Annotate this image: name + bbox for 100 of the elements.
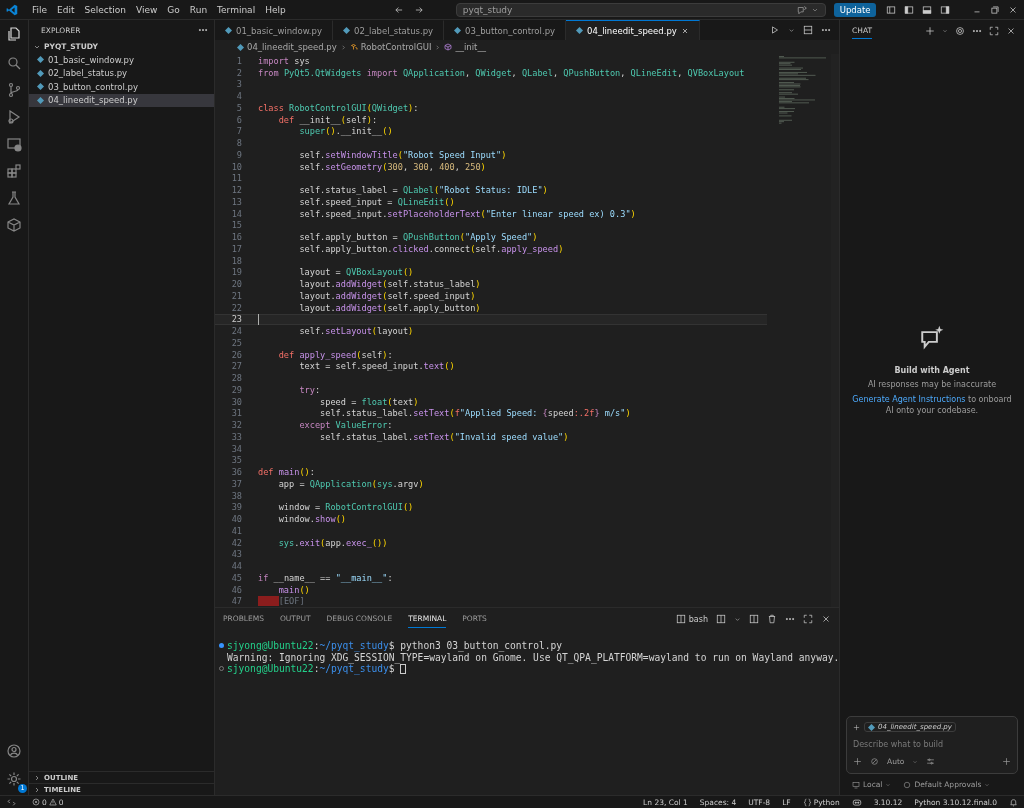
- breadcrumb-item[interactable]: RobotControlGUI: [360, 42, 432, 52]
- file-type-icon: [225, 27, 232, 34]
- run-debug-icon[interactable]: [6, 109, 22, 125]
- split-icon[interactable]: [749, 614, 759, 624]
- line-number: 13: [230, 196, 242, 207]
- menu-item[interactable]: Help: [261, 4, 290, 15]
- forward-arrow-icon[interactable]: [413, 4, 424, 15]
- layout-icon[interactable]: [886, 4, 896, 15]
- back-arrow-icon[interactable]: [393, 4, 404, 15]
- code-line: self.setLayout(layout): [298, 326, 414, 337]
- source-control-icon[interactable]: [6, 82, 22, 98]
- code-line: except ValueError:: [298, 420, 393, 431]
- sidebar-icon[interactable]: [904, 4, 914, 15]
- line-number: 14: [230, 208, 242, 219]
- caret-icon[interactable]: [788, 26, 795, 34]
- terminal-line: sjyong@Ubuntu22:~/pyqt_study$: [227, 663, 406, 675]
- line-number: 32: [230, 420, 242, 431]
- error-marker: [258, 596, 279, 607]
- menu-item[interactable]: Terminal: [213, 4, 260, 15]
- editor-tab[interactable]: 04_lineedit_speed.py: [566, 20, 700, 40]
- menu-item[interactable]: Run: [185, 4, 212, 15]
- code-line: self.status_label = QLabel("Robot Status: IDLE"): [298, 185, 548, 196]
- plus-icon[interactable]: [853, 757, 862, 766]
- restore-icon[interactable]: [990, 4, 1000, 15]
- terminal-line: sjyong@Ubuntu22:~/pyqt_study$ python3 03_button_control.py: [227, 640, 562, 652]
- split-terminal-icon[interactable]: [716, 614, 726, 624]
- close-icon[interactable]: [1006, 26, 1016, 36]
- caret-icon[interactable]: [734, 615, 741, 623]
- line-number: 15: [230, 220, 242, 231]
- panel-icon[interactable]: [922, 4, 932, 15]
- line-number: 45: [230, 572, 242, 583]
- explorer-item[interactable]: 03_button_control.py: [29, 80, 214, 94]
- file-type-icon: [343, 27, 350, 34]
- line-number: 3: [235, 79, 242, 90]
- instructions-link[interactable]: Generate Agent Instructions: [852, 395, 966, 404]
- code-line: self.speed_input.setPlaceholderText("Enter linear speed ex) 0.3"): [298, 208, 636, 219]
- code-line: if __name__ == "__main__":: [258, 572, 393, 583]
- search-field[interactable]: pyqt_study: [455, 2, 826, 17]
- code-line: def apply_speed(self):: [277, 349, 393, 360]
- breadcrumb-item[interactable]: 04_lineedit_speed.py: [247, 42, 337, 52]
- close-icon[interactable]: [821, 614, 831, 624]
- code-line: from PyQt5.QtWidgets import QApplication, QWidget, QLabel, QPushButton, QLineEdit, QVBoxLayout: [258, 67, 745, 78]
- code-line: [EOF]: [258, 596, 305, 607]
- explorer-item[interactable]: 01_basic_window.py: [29, 53, 214, 67]
- code-line: self.setWindowTitle("Robot Speed Input"): [298, 149, 507, 160]
- line-number: 24: [230, 326, 242, 337]
- menu-item[interactable]: File: [28, 4, 52, 15]
- code-line: self.status_label.setText("Invalid speed value"): [319, 431, 569, 442]
- remote-explorer-icon[interactable]: [6, 136, 22, 152]
- files-icon[interactable]: [6, 26, 22, 42]
- menu-item[interactable]: Go: [163, 4, 184, 15]
- split-editor-icon[interactable]: [803, 25, 813, 35]
- shell-name[interactable]: bash: [688, 614, 708, 624]
- extensions-icon[interactable]: [6, 163, 22, 179]
- remote-icon[interactable]: [6, 797, 16, 807]
- update-button[interactable]: Update: [833, 2, 877, 17]
- run-icon[interactable]: [770, 25, 780, 35]
- line-number: 26: [230, 349, 242, 360]
- line-number: 42: [230, 537, 242, 548]
- close-icon[interactable]: [680, 26, 689, 35]
- chat-sparkle-icon[interactable]: [796, 4, 807, 15]
- plus-icon[interactable]: [1002, 757, 1011, 766]
- menu-item[interactable]: Edit: [53, 4, 79, 15]
- line-number: 28: [230, 373, 242, 384]
- menu-item[interactable]: View: [132, 4, 162, 15]
- code-line: super().__init__(): [298, 126, 393, 137]
- line-number: 1: [235, 55, 242, 66]
- secondary-sidebar-icon[interactable]: [940, 4, 950, 15]
- explorer-item[interactable]: 04_lineedit_speed.py: [29, 93, 214, 107]
- line-number: 38: [230, 490, 242, 501]
- line-number: 11: [230, 173, 242, 184]
- status-dot[interactable]: [218, 643, 224, 649]
- line-number: 25: [230, 337, 242, 348]
- code-line: speed = float(text): [319, 396, 419, 407]
- code-line: window.show(): [277, 514, 346, 525]
- file-type-icon: [576, 27, 584, 34]
- plus-icon[interactable]: [853, 723, 860, 731]
- warning-icon: [48, 798, 57, 806]
- menu-item[interactable]: Selection: [80, 4, 130, 15]
- search-icon[interactable]: [6, 55, 22, 71]
- breadcrumb-item[interactable]: __init__: [455, 42, 486, 52]
- maximize-icon[interactable]: [989, 26, 999, 36]
- explorer-item[interactable]: 02_label_status.py: [29, 66, 214, 80]
- close-icon[interactable]: [1008, 4, 1018, 15]
- status-circle[interactable]: [218, 666, 224, 672]
- flask-icon[interactable]: [6, 190, 22, 206]
- monitor-icon[interactable]: [852, 780, 860, 789]
- code-line: try:: [298, 384, 321, 395]
- trash-icon[interactable]: [767, 614, 777, 624]
- maximize-icon[interactable]: [803, 614, 813, 624]
- sliders-icon[interactable]: [926, 757, 936, 766]
- code-line: import sys: [258, 55, 310, 66]
- box-icon[interactable]: [6, 217, 22, 233]
- plus-icon[interactable]: [925, 26, 935, 36]
- line-number: 30: [230, 396, 242, 407]
- account-icon[interactable]: [6, 743, 22, 759]
- bell-icon[interactable]: [1009, 797, 1018, 807]
- line-number: 17: [230, 243, 242, 254]
- line-number: 2: [235, 67, 242, 78]
- cube-icon: [444, 43, 453, 51]
